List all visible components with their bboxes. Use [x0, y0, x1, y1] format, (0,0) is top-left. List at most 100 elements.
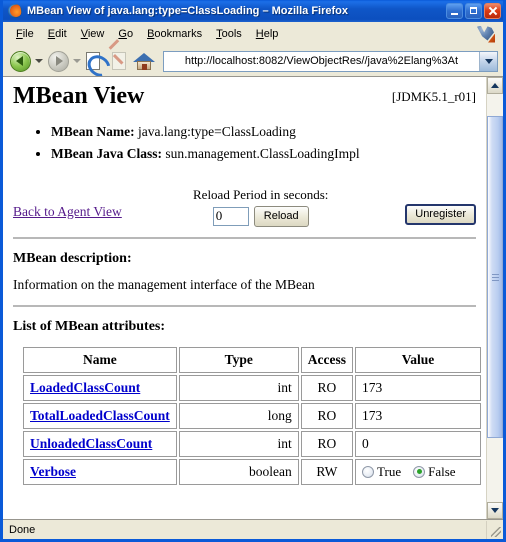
firefox-logo-icon: [7, 3, 23, 19]
url-text[interactable]: http://localhost:8082/ViewObjectRes//jav…: [164, 55, 479, 67]
attribute-name-cell: Verbose: [23, 458, 177, 485]
back-button[interactable]: [8, 49, 32, 73]
attribute-link[interactable]: TotalLoadedClassCount: [30, 408, 170, 423]
attribute-value-cell: 173: [355, 374, 481, 401]
scroll-down-button[interactable]: [487, 502, 503, 519]
radio-true-label: True: [377, 463, 402, 479]
attribute-link[interactable]: UnloadedClassCount: [30, 436, 152, 451]
menu-bookmarks[interactable]: Bookmarks: [140, 26, 209, 42]
scrollbar-thumb[interactable]: [487, 116, 503, 438]
menu-tools-label: ools: [221, 27, 242, 40]
radio-false-icon[interactable]: [413, 465, 426, 478]
attribute-name-cell: LoadedClassCount: [23, 374, 177, 401]
column-header-type: Type: [178, 346, 299, 373]
forward-arrow-icon: [47, 50, 69, 72]
vertical-scrollbar[interactable]: [486, 77, 503, 519]
back-to-agent-view-link[interactable]: Back to Agent View: [13, 204, 122, 219]
reload-controls: Reload: [193, 205, 328, 227]
attribute-access-cell: RO: [300, 374, 354, 401]
attributes-heading: List of MBean attributes:: [13, 318, 166, 334]
attribute-value-cell: 173: [355, 402, 481, 429]
radio-true-icon[interactable]: [362, 465, 375, 478]
attribute-access-cell: RO: [300, 430, 354, 457]
mbean-facts-list: MBean Name: java.lang:type=ClassLoading …: [13, 121, 476, 164]
firefox-throbber-icon: [475, 24, 497, 44]
menu-view[interactable]: View: [74, 26, 112, 42]
menu-help-label: elp: [263, 27, 279, 40]
navigation-toolbar: http://localhost:8082/ViewObjectRes//jav…: [3, 39, 503, 82]
back-arrow-icon: [9, 50, 31, 72]
radio-false-label: False: [428, 463, 456, 479]
table-row: Verbose boolean RW True False: [23, 458, 481, 485]
menu-bookmarks-label: ookmarks: [154, 27, 203, 40]
maximize-button[interactable]: [465, 3, 482, 19]
scrollbar-track[interactable]: [487, 94, 503, 502]
verbose-true-option[interactable]: True: [362, 464, 401, 480]
attribute-value-cell: 0: [355, 430, 481, 457]
reload-icon: [83, 50, 115, 82]
page-header: MBean View [JDMK5.1_r01]: [13, 77, 476, 109]
attribute-type-cell: int: [178, 430, 299, 457]
menu-tools[interactable]: Tools: [209, 26, 249, 42]
home-icon: [133, 51, 155, 71]
stop-icon: [108, 39, 130, 71]
attribute-access-cell: RW: [300, 458, 354, 485]
divider: [13, 304, 476, 307]
address-bar[interactable]: http://localhost:8082/ViewObjectRes//jav…: [163, 50, 498, 72]
reload-period-label: Reload Period in seconds:: [193, 186, 329, 202]
status-bar: Done: [3, 519, 503, 539]
list-item: MBean Name: java.lang:type=ClassLoading: [51, 121, 476, 143]
divider: [13, 236, 476, 239]
attribute-access-cell: RO: [300, 402, 354, 429]
page-title: MBean View: [13, 83, 145, 109]
attributes-table: Name Type Access Value LoadedClassCount …: [21, 345, 483, 487]
table-header-row: Name Type Access Value: [23, 346, 481, 373]
table-row: UnloadedClassCount int RO 0: [23, 430, 481, 457]
mbean-class-label: MBean Java Class:: [51, 145, 162, 161]
url-dropdown-icon[interactable]: [479, 51, 497, 71]
window-title: MBean View of java.lang:type=ClassLoadin…: [27, 5, 349, 17]
close-button[interactable]: [484, 3, 501, 19]
attribute-name-cell: TotalLoadedClassCount: [23, 402, 177, 429]
mbean-name-label: MBean Name:: [51, 124, 135, 140]
unregister-button[interactable]: Unregister: [405, 203, 476, 225]
menu-help[interactable]: Help: [249, 26, 286, 42]
attribute-type-cell: long: [178, 402, 299, 429]
forward-history-dropdown-icon[interactable]: [73, 59, 81, 63]
verbose-radio-group: True False: [362, 464, 474, 480]
reload-button[interactable]: [83, 49, 115, 82]
verbose-false-option[interactable]: False: [413, 463, 456, 480]
actions-row: Back to Agent View Reload Period in seco…: [13, 183, 476, 227]
mbean-class-value: sun.management.ClassLoadingImpl: [165, 145, 360, 161]
mbean-name-value: java.lang:type=ClassLoading: [137, 124, 296, 140]
column-header-value: Value: [355, 346, 481, 373]
browser-window: MBean View of java.lang:type=ClassLoadin…: [0, 0, 506, 542]
web-page: MBean View [JDMK5.1_r01] MBean Name: jav…: [3, 77, 486, 519]
column-header-name: Name: [23, 346, 177, 373]
reload-period-group: Reload Period in seconds: Reload: [193, 187, 328, 227]
minimize-button[interactable]: [446, 3, 463, 19]
table-row: LoadedClassCount int RO 173: [23, 374, 481, 401]
menu-bar: File Edit View Go Bookmarks Tools Help: [3, 22, 503, 46]
home-button[interactable]: [132, 49, 156, 73]
reload-period-input[interactable]: [212, 206, 249, 226]
jdmk-version-label: [JDMK5.1_r01]: [391, 89, 476, 105]
menu-file-label: ile: [22, 27, 34, 40]
table-row: TotalLoadedClassCount long RO 173: [23, 402, 481, 429]
attribute-type-cell: int: [178, 374, 299, 401]
list-item: MBean Java Class: sun.management.ClassLo…: [51, 143, 476, 165]
resize-grip-icon[interactable]: [487, 521, 503, 539]
forward-button[interactable]: [46, 49, 70, 73]
menu-edit-label: dit: [55, 27, 67, 40]
menu-file[interactable]: File: [9, 26, 41, 42]
attribute-link[interactable]: Verbose: [30, 464, 76, 479]
menu-go-label: o: [126, 27, 134, 40]
menu-edit[interactable]: Edit: [41, 26, 74, 42]
attribute-name-cell: UnloadedClassCount: [23, 430, 177, 457]
attribute-link[interactable]: LoadedClassCount: [30, 380, 140, 395]
reload-page-button[interactable]: Reload: [253, 205, 309, 227]
attribute-type-cell: boolean: [178, 458, 299, 485]
attribute-value-cell: True False: [355, 458, 481, 485]
scroll-up-button[interactable]: [487, 77, 503, 94]
back-history-dropdown-icon[interactable]: [35, 59, 43, 63]
